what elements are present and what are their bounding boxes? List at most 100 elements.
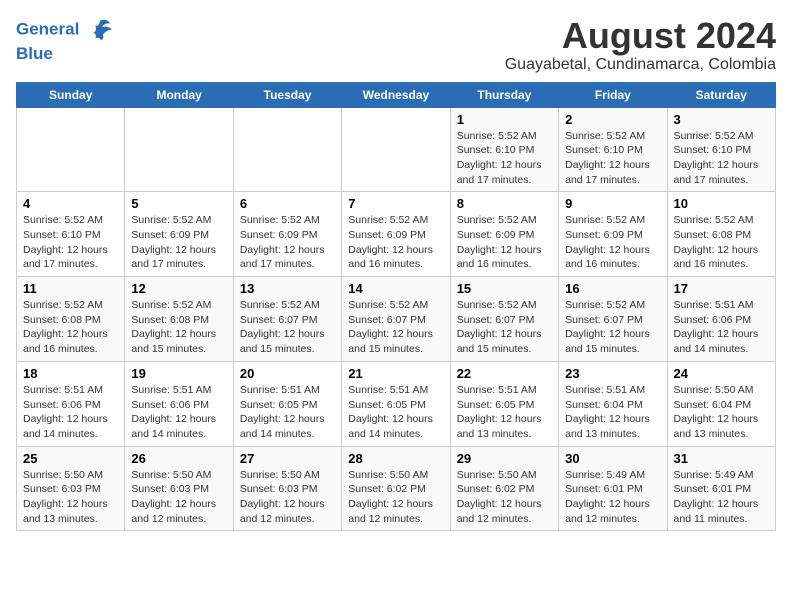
calendar-cell	[233, 107, 341, 192]
day-info: Sunrise: 5:52 AMSunset: 6:10 PMDaylight:…	[674, 129, 769, 188]
day-number: 29	[457, 451, 552, 466]
day-info: Sunrise: 5:52 AMSunset: 6:07 PMDaylight:…	[457, 298, 552, 357]
calendar-cell: 4 Sunrise: 5:52 AMSunset: 6:10 PMDaylight…	[17, 192, 125, 277]
calendar-cell: 12Sunrise: 5:52 AMSunset: 6:08 PMDayligh…	[125, 277, 233, 362]
day-info: Sunrise: 5:51 AMSunset: 6:06 PMDaylight:…	[131, 383, 226, 442]
calendar-cell	[125, 107, 233, 192]
day-number: 26	[131, 451, 226, 466]
calendar-cell: 27 Sunrise: 5:50 AMSunset: 6:03 PMDayligh…	[233, 446, 341, 531]
day-info: Sunrise: 5:52 AMSunset: 6:10 PMDaylight:…	[565, 129, 660, 188]
day-number: 19	[131, 366, 226, 381]
day-info: Sunrise: 5:52 AMSunset: 6:09 PMDaylight:…	[565, 213, 660, 272]
day-info: Sunrise: 5:51 AMSunset: 6:06 PMDaylight:…	[674, 298, 769, 357]
calendar-cell: 13 Sunrise: 5:52 AMSunset: 6:07 PMDayligh…	[233, 277, 341, 362]
calendar-cell: 11Sunrise: 5:52 AMSunset: 6:08 PMDayligh…	[17, 277, 125, 362]
day-number: 12	[131, 281, 226, 296]
calendar-cell: 20 Sunrise: 5:51 AMSunset: 6:05 PMDayligh…	[233, 361, 341, 446]
logo: General Blue	[16, 16, 114, 64]
calendar-cell: 1Sunrise: 5:52 AMSunset: 6:10 PMDaylight…	[450, 107, 558, 192]
calendar-cell: 6Sunrise: 5:52 AMSunset: 6:09 PMDaylight…	[233, 192, 341, 277]
day-info: Sunrise: 5:52 AMSunset: 6:09 PMDaylight:…	[131, 213, 226, 272]
calendar-cell: 16 Sunrise: 5:52 AMSunset: 6:07 PMDayligh…	[559, 277, 667, 362]
day-info: Sunrise: 5:50 AMSunset: 6:03 PMDaylight:…	[23, 468, 118, 527]
days-of-week-row: SundayMondayTuesdayWednesdayThursdayFrid…	[17, 82, 776, 107]
day-header-thursday: Thursday	[450, 82, 558, 107]
day-number: 10	[674, 196, 769, 211]
calendar-week-1: 1 Sunrise: 5:52 AMSunset: 6:10 PMDaylight…	[17, 107, 776, 192]
day-number: 14	[348, 281, 443, 296]
calendar-cell: 26 Sunrise: 5:50 AMSunset: 6:03 PMDayligh…	[125, 446, 233, 531]
calendar-subtitle: Guayabetal, Cundinamarca, Colombia	[505, 56, 776, 74]
day-number: 15	[457, 281, 552, 296]
day-number: 20	[240, 366, 335, 381]
day-number: 5	[131, 196, 226, 211]
calendar-cell: 21 Sunrise: 5:51 AMSunset: 6:05 PMDayligh…	[342, 361, 450, 446]
day-info: Sunrise: 5:50 AMSunset: 6:03 PMDaylight:…	[240, 468, 335, 527]
day-info: Sunrise: 5:52 AMSunset: 6:08 PMDaylight:…	[23, 298, 118, 357]
day-number: 7	[348, 196, 443, 211]
day-number: 4	[23, 196, 118, 211]
calendar-cell: 30 Sunrise: 5:49 AMSunset: 6:01 PMDayligh…	[559, 446, 667, 531]
calendar-cell: 23 Sunrise: 5:51 AMSunset: 6:04 PMDayligh…	[559, 361, 667, 446]
calendar-cell: 8Sunrise: 5:52 AMSunset: 6:09 PMDaylight…	[450, 192, 558, 277]
day-info: Sunrise: 5:50 AMSunset: 6:04 PMDaylight:…	[674, 383, 769, 442]
day-number: 22	[457, 366, 552, 381]
day-number: 27	[240, 451, 335, 466]
day-info: Sunrise: 5:51 AMSunset: 6:05 PMDaylight:…	[240, 383, 335, 442]
day-info: Sunrise: 5:49 AMSunset: 6:01 PMDaylight:…	[674, 468, 769, 527]
day-number: 25	[23, 451, 118, 466]
calendar-cell: 7Sunrise: 5:52 AMSunset: 6:09 PMDaylight…	[342, 192, 450, 277]
day-info: Sunrise: 5:49 AMSunset: 6:01 PMDaylight:…	[565, 468, 660, 527]
day-info: Sunrise: 5:52 AMSunset: 6:07 PMDaylight:…	[348, 298, 443, 357]
calendar-cell: 24 Sunrise: 5:50 AMSunset: 6:04 PMDayligh…	[667, 361, 775, 446]
calendar-cell: 17 Sunrise: 5:51 AMSunset: 6:06 PMDayligh…	[667, 277, 775, 362]
day-info: Sunrise: 5:51 AMSunset: 6:06 PMDaylight:…	[23, 383, 118, 442]
calendar-cell: 10Sunrise: 5:52 AMSunset: 6:08 PMDayligh…	[667, 192, 775, 277]
logo-blue: Blue	[16, 44, 114, 64]
day-number: 28	[348, 451, 443, 466]
day-number: 30	[565, 451, 660, 466]
calendar-table: SundayMondayTuesdayWednesdayThursdayFrid…	[16, 82, 776, 532]
day-number: 1	[457, 112, 552, 127]
day-number: 2	[565, 112, 660, 127]
day-info: Sunrise: 5:51 AMSunset: 6:04 PMDaylight:…	[565, 383, 660, 442]
day-header-friday: Friday	[559, 82, 667, 107]
day-number: 21	[348, 366, 443, 381]
day-info: Sunrise: 5:51 AMSunset: 6:05 PMDaylight:…	[348, 383, 443, 442]
calendar-cell: 31 Sunrise: 5:49 AMSunset: 6:01 PMDayligh…	[667, 446, 775, 531]
calendar-week-2: 4 Sunrise: 5:52 AMSunset: 6:10 PMDaylight…	[17, 192, 776, 277]
calendar-week-5: 25 Sunrise: 5:50 AMSunset: 6:03 PMDayligh…	[17, 446, 776, 531]
calendar-title: August 2024	[505, 16, 776, 56]
calendar-week-4: 18 Sunrise: 5:51 AMSunset: 6:06 PMDayligh…	[17, 361, 776, 446]
day-number: 16	[565, 281, 660, 296]
day-number: 9	[565, 196, 660, 211]
calendar-cell: 19 Sunrise: 5:51 AMSunset: 6:06 PMDayligh…	[125, 361, 233, 446]
day-number: 6	[240, 196, 335, 211]
day-info: Sunrise: 5:50 AMSunset: 6:02 PMDaylight:…	[348, 468, 443, 527]
calendar-header: SundayMondayTuesdayWednesdayThursdayFrid…	[17, 82, 776, 107]
day-header-monday: Monday	[125, 82, 233, 107]
day-number: 18	[23, 366, 118, 381]
day-header-sunday: Sunday	[17, 82, 125, 107]
day-number: 24	[674, 366, 769, 381]
calendar-title-block: August 2024 Guayabetal, Cundinamarca, Co…	[505, 16, 776, 74]
day-info: Sunrise: 5:50 AMSunset: 6:03 PMDaylight:…	[131, 468, 226, 527]
page-header: General Blue August 2024 Guayabetal, Cun…	[16, 16, 776, 74]
calendar-cell: 29Sunrise: 5:50 AMSunset: 6:02 PMDayligh…	[450, 446, 558, 531]
calendar-cell: 25 Sunrise: 5:50 AMSunset: 6:03 PMDayligh…	[17, 446, 125, 531]
day-header-tuesday: Tuesday	[233, 82, 341, 107]
calendar-cell: 18 Sunrise: 5:51 AMSunset: 6:06 PMDayligh…	[17, 361, 125, 446]
day-number: 31	[674, 451, 769, 466]
calendar-cell: 5 Sunrise: 5:52 AMSunset: 6:09 PMDaylight…	[125, 192, 233, 277]
calendar-cell: 2 Sunrise: 5:52 AMSunset: 6:10 PMDaylight…	[559, 107, 667, 192]
day-number: 23	[565, 366, 660, 381]
day-info: Sunrise: 5:52 AMSunset: 6:07 PMDaylight:…	[565, 298, 660, 357]
day-number: 17	[674, 281, 769, 296]
calendar-cell: 15 Sunrise: 5:52 AMSunset: 6:07 PMDayligh…	[450, 277, 558, 362]
day-number: 13	[240, 281, 335, 296]
day-info: Sunrise: 5:52 AMSunset: 6:07 PMDaylight:…	[240, 298, 335, 357]
day-number: 3	[674, 112, 769, 127]
day-info: Sunrise: 5:52 AMSunset: 6:09 PMDaylight:…	[457, 213, 552, 272]
day-info: Sunrise: 5:52 AMSunset: 6:10 PMDaylight:…	[23, 213, 118, 272]
logo-general: General	[16, 19, 79, 38]
